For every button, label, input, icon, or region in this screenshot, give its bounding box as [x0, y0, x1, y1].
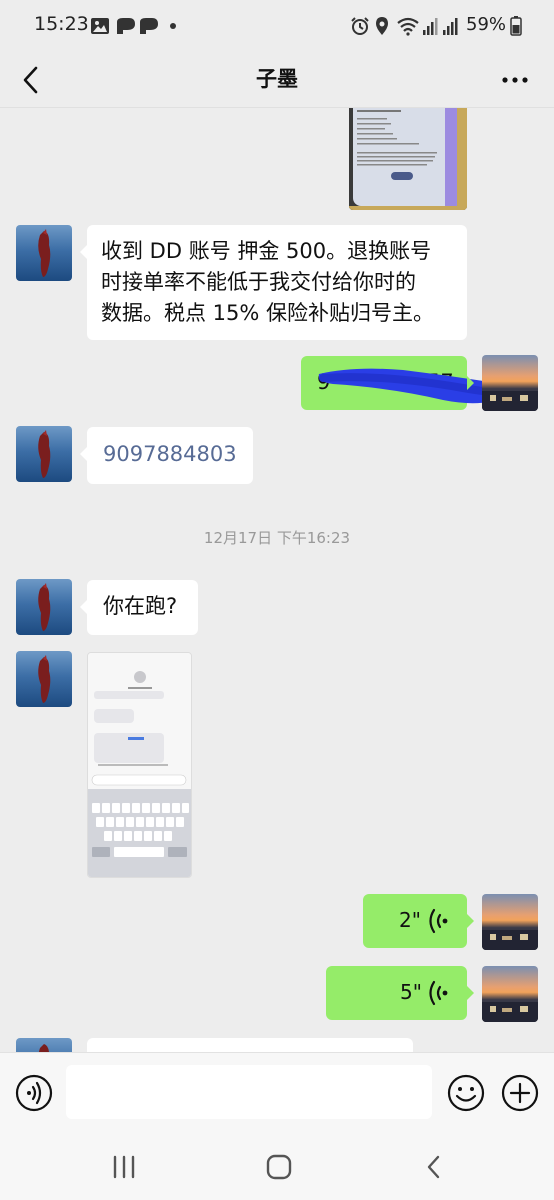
avatar-image [482, 930, 538, 950]
my-avatar[interactable] [482, 355, 538, 411]
chat-title: 子墨 [256, 67, 298, 91]
signal-icon [423, 18, 438, 35]
chat-header: 子墨 [0, 52, 554, 108]
p-app-icon [140, 18, 158, 34]
image-message[interactable] [87, 652, 192, 878]
location-icon [376, 17, 388, 35]
recent-apps-icon[interactable] [110, 1154, 138, 1180]
contact-avatar[interactable] [16, 426, 72, 482]
timestamp: 12月17日 下午16:23 [203, 529, 351, 547]
voice-duration: 2" [399, 908, 421, 932]
phone-number-link[interactable]: 9097884803 [103, 442, 237, 466]
avatar-image [38, 229, 51, 277]
status-time: 15:23 [34, 13, 89, 35]
message-list[interactable]: 收到 DD 账号 押金 500。退换账号 时接单率不能低于我交付给你时的 数据。… [0, 108, 554, 1052]
voice-wave-icon [429, 908, 448, 934]
avatar-image [38, 583, 51, 631]
message-input[interactable] [66, 1065, 432, 1119]
my-avatar[interactable] [482, 894, 538, 950]
voice-duration: 5" [400, 980, 422, 1004]
messages-screenshot-image [88, 653, 191, 877]
message-text: 你在跑? [103, 594, 178, 618]
back-icon[interactable] [420, 1152, 448, 1182]
alarm-icon [351, 17, 369, 35]
emoji-icon[interactable] [446, 1073, 486, 1113]
wifi-icon [397, 17, 419, 36]
home-icon[interactable] [264, 1152, 294, 1182]
phone-screenshot-image [349, 108, 467, 210]
contact-avatar[interactable] [16, 579, 72, 635]
text-message[interactable]: 9 57 [301, 356, 513, 410]
message-line: 收到 DD 账号 押金 500。退换账号 [101, 239, 432, 263]
contact-avatar[interactable] [16, 225, 72, 281]
contact-avatar[interactable] [16, 1038, 72, 1052]
my-avatar[interactable] [482, 966, 538, 1022]
voice-wave-icon [429, 980, 448, 1006]
contact-avatar[interactable] [16, 651, 72, 707]
input-bar [0, 1052, 554, 1132]
text-message[interactable]: 9097884803 [80, 427, 253, 484]
message-line: 数据。税点 15% 保险补贴归号主。 [101, 301, 435, 325]
text-message[interactable] [87, 1038, 413, 1052]
image-message[interactable] [349, 108, 467, 210]
signal-icon [443, 18, 458, 35]
avatar-image [38, 655, 51, 703]
avatar-image [38, 430, 51, 478]
avatar-image [482, 1002, 538, 1022]
voice-toggle-icon[interactable] [14, 1073, 54, 1113]
gallery-icon [91, 18, 109, 34]
plus-icon[interactable] [500, 1073, 540, 1113]
voice-message[interactable]: 2" [363, 894, 474, 948]
avatar-image [482, 391, 538, 411]
status-bar: 15:23 59% [0, 0, 554, 52]
text-message[interactable]: 收到 DD 账号 押金 500。退换账号 时接单率不能低于我交付给你时的 数据。… [80, 225, 467, 340]
system-nav-bar [0, 1132, 554, 1200]
voice-message[interactable]: 5" [326, 966, 474, 1020]
avatar-image [38, 1044, 49, 1052]
message-line: 时接单率不能低于我交付给你时的 [101, 270, 416, 294]
p-app-icon [117, 18, 135, 34]
more-dots-icon[interactable] [500, 62, 530, 98]
dot-icon [170, 23, 176, 29]
battery-percent: 59% [466, 14, 507, 35]
text-message[interactable]: 你在跑? [80, 580, 198, 635]
battery-icon [510, 16, 522, 36]
